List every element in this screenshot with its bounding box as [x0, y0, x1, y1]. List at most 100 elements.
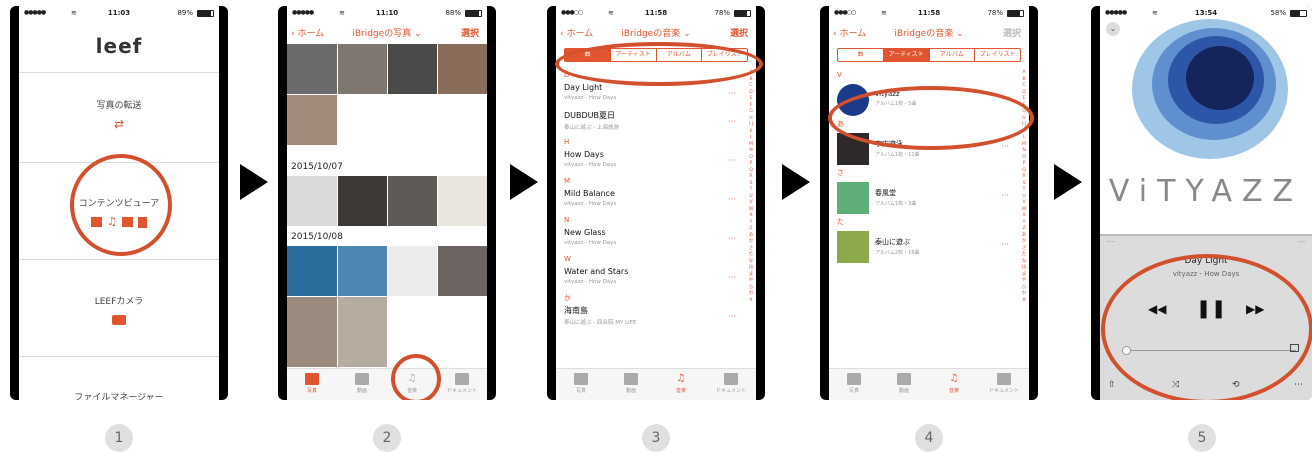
- segment-songs[interactable]: 曲: [838, 49, 883, 61]
- tab-videos[interactable]: 動画: [606, 373, 656, 394]
- menu-content-viewer[interactable]: コンテンツビューア ♫: [19, 196, 219, 228]
- tab-documents[interactable]: ドキュメント: [979, 373, 1029, 394]
- photo-thumbnail[interactable]: [338, 176, 387, 226]
- more-icon[interactable]: ⋯: [1294, 380, 1303, 390]
- list-item[interactable]: 泰山に遊ぶ アルバム2枚・16曲 ···: [829, 228, 1021, 266]
- more-icon[interactable]: ···: [728, 195, 736, 204]
- list-item[interactable]: New Glass vityazz - How Days ···: [556, 226, 748, 254]
- tab-documents[interactable]: ドキュメント: [437, 373, 487, 394]
- list-item[interactable]: Day Light vityazz - How Days ···: [556, 81, 748, 109]
- music-note-icon: ♫: [107, 215, 117, 228]
- menu-file-manager[interactable]: ファイルマネージャー: [19, 390, 219, 400]
- segment-artists[interactable]: アーティスト: [609, 49, 656, 61]
- menu-leef-camera[interactable]: LEEFカメラ: [19, 294, 219, 328]
- segment-albums[interactable]: アルバム: [655, 49, 702, 61]
- tab-videos[interactable]: 動画: [337, 373, 387, 394]
- airplay-icon[interactable]: [1290, 344, 1299, 352]
- select-button[interactable]: 選択: [1003, 26, 1021, 39]
- segment-playlists[interactable]: プレイリスト: [701, 49, 747, 61]
- battery-percent: 78%: [714, 9, 730, 17]
- share-icon[interactable]: ⇧: [1108, 380, 1116, 390]
- photo-thumbnail[interactable]: [287, 44, 337, 94]
- volume-slider[interactable]: [1126, 350, 1296, 351]
- photo-thumbnail[interactable]: [287, 176, 337, 226]
- photo-thumbnail[interactable]: [388, 44, 437, 94]
- tab-music[interactable]: ♫ 音楽: [929, 373, 979, 394]
- list-item[interactable]: 海南島 泰山に遊ぶ - 四合院 MY LIFE ···: [556, 304, 748, 332]
- list-item[interactable]: vityazz アルバム1枚・5曲 ···: [829, 81, 1021, 119]
- list-item[interactable]: Water and Stars vityazz - How Days ···: [556, 265, 748, 293]
- screen-home: ●●●●● ≋ 11:03 89% leef 写真の転送 ⇄ コンテンツビューア…: [19, 6, 219, 400]
- segment-albums[interactable]: アルバム: [928, 49, 975, 61]
- tab-documents[interactable]: ドキュメント: [706, 373, 756, 394]
- segment-artists[interactable]: アーティスト: [882, 49, 929, 61]
- more-icon[interactable]: ···: [728, 312, 736, 321]
- photo-thumbnail[interactable]: [338, 44, 387, 94]
- track-title: Day Light: [1184, 256, 1228, 266]
- tab-music[interactable]: ♫ 音楽: [387, 373, 437, 394]
- photo-thumbnail[interactable]: [438, 246, 487, 296]
- more-icon[interactable]: ···: [728, 234, 736, 243]
- step-number: 1: [105, 424, 133, 452]
- artist-name: 春風堂: [875, 189, 896, 197]
- segment-songs[interactable]: 曲: [565, 49, 610, 61]
- more-icon[interactable]: ···: [1001, 93, 1009, 102]
- photo-thumbnail[interactable]: [287, 297, 337, 367]
- photo-thumbnail[interactable]: [287, 95, 337, 145]
- tab-videos[interactable]: 動画: [879, 373, 929, 394]
- tab-bar: 写真 動画 ♫ 音楽 ドキュメント: [556, 368, 756, 400]
- progress-track[interactable]: [1100, 234, 1312, 236]
- rewind-icon[interactable]: ◀◀: [1148, 302, 1166, 316]
- select-button[interactable]: 選択: [730, 26, 748, 39]
- more-icon[interactable]: ···: [1001, 142, 1009, 151]
- more-icon[interactable]: ···: [1001, 240, 1009, 249]
- select-button[interactable]: 選択: [461, 26, 479, 39]
- tab-music[interactable]: ♫ 音楽: [656, 373, 706, 394]
- repeat-icon[interactable]: ⟲: [1232, 380, 1240, 390]
- status-bar: ●●●●● ≋ 11:03 89%: [19, 6, 219, 20]
- phone-step-1: ●●●●● ≋ 11:03 89% leef 写真の転送 ⇄ コンテンツビューア…: [10, 6, 228, 400]
- photo-thumbnail[interactable]: [287, 246, 337, 296]
- chevron-down-icon[interactable]: ⌄: [1106, 22, 1120, 36]
- section-header: N: [564, 216, 570, 224]
- song-title: New Glass: [564, 228, 606, 237]
- nav-title[interactable]: iBridgeの音楽 ⌄: [829, 26, 1029, 39]
- list-item[interactable]: Mild Balance vityazz - How Days ···: [556, 187, 748, 215]
- tab-photos[interactable]: 写真: [287, 373, 337, 394]
- phone-step-5: ●●●●● ≋ 13:54 58% ⌄ ViTYAZZ --:-- --:-- …: [1091, 6, 1312, 400]
- menu-label: コンテンツビューア: [78, 199, 160, 209]
- more-icon[interactable]: ···: [728, 89, 736, 98]
- photo-thumbnail[interactable]: [338, 246, 387, 296]
- menu-transfer-photos[interactable]: 写真の転送 ⇄: [19, 98, 219, 131]
- fast-forward-icon[interactable]: ▶▶: [1246, 302, 1264, 316]
- list-item[interactable]: How Days vityazz - How Days ···: [556, 148, 748, 176]
- more-icon[interactable]: ···: [1001, 191, 1009, 200]
- artist-subtitle: アルバム1枚・5曲: [875, 101, 917, 107]
- volume-knob[interactable]: [1122, 346, 1131, 355]
- section-index[interactable]: A B C D E F G H I J K L M N O P Q R S T …: [1021, 70, 1027, 304]
- photo-thumbnail[interactable]: [438, 176, 487, 226]
- section-header: W: [564, 255, 571, 263]
- more-icon[interactable]: ···: [728, 273, 736, 282]
- nav-title[interactable]: iBridgeの写真 ⌄: [287, 26, 487, 39]
- step-number: 2: [373, 424, 401, 452]
- photo-thumbnail[interactable]: [388, 246, 437, 296]
- pause-icon[interactable]: ❚❚: [1196, 298, 1226, 319]
- more-icon[interactable]: ···: [728, 156, 736, 165]
- tab-photos[interactable]: 写真: [829, 373, 879, 394]
- nav-title[interactable]: iBridgeの音楽 ⌄: [556, 26, 756, 39]
- tab-photos[interactable]: 写真: [556, 373, 606, 394]
- list-item[interactable]: 宇宙遊泳 アルバム1枚・11曲 ···: [829, 130, 1021, 168]
- song-title: Day Light: [564, 83, 603, 92]
- shuffle-icon[interactable]: ⤨: [1172, 380, 1179, 390]
- screen-music-songs: ●●●○○ ≋ 11:58 78% ‹ ホーム iBridgeの音楽 ⌄ 選択 …: [556, 6, 756, 400]
- photo-thumbnail[interactable]: [388, 176, 437, 226]
- list-item[interactable]: DUBDUB夏日 泰山に遊ぶ - 上海旅游 ···: [556, 109, 748, 137]
- section-index[interactable]: A B C D E F G H I J K L M N O P Q R S T …: [748, 70, 754, 304]
- photo-thumbnail[interactable]: [438, 44, 487, 94]
- list-item[interactable]: 春風堂 アルバム1枚・3曲 ···: [829, 179, 1021, 217]
- photo-thumbnail[interactable]: [338, 297, 387, 367]
- divider: [19, 356, 219, 357]
- more-icon[interactable]: ···: [728, 117, 736, 126]
- segment-playlists[interactable]: プレイリスト: [974, 49, 1020, 61]
